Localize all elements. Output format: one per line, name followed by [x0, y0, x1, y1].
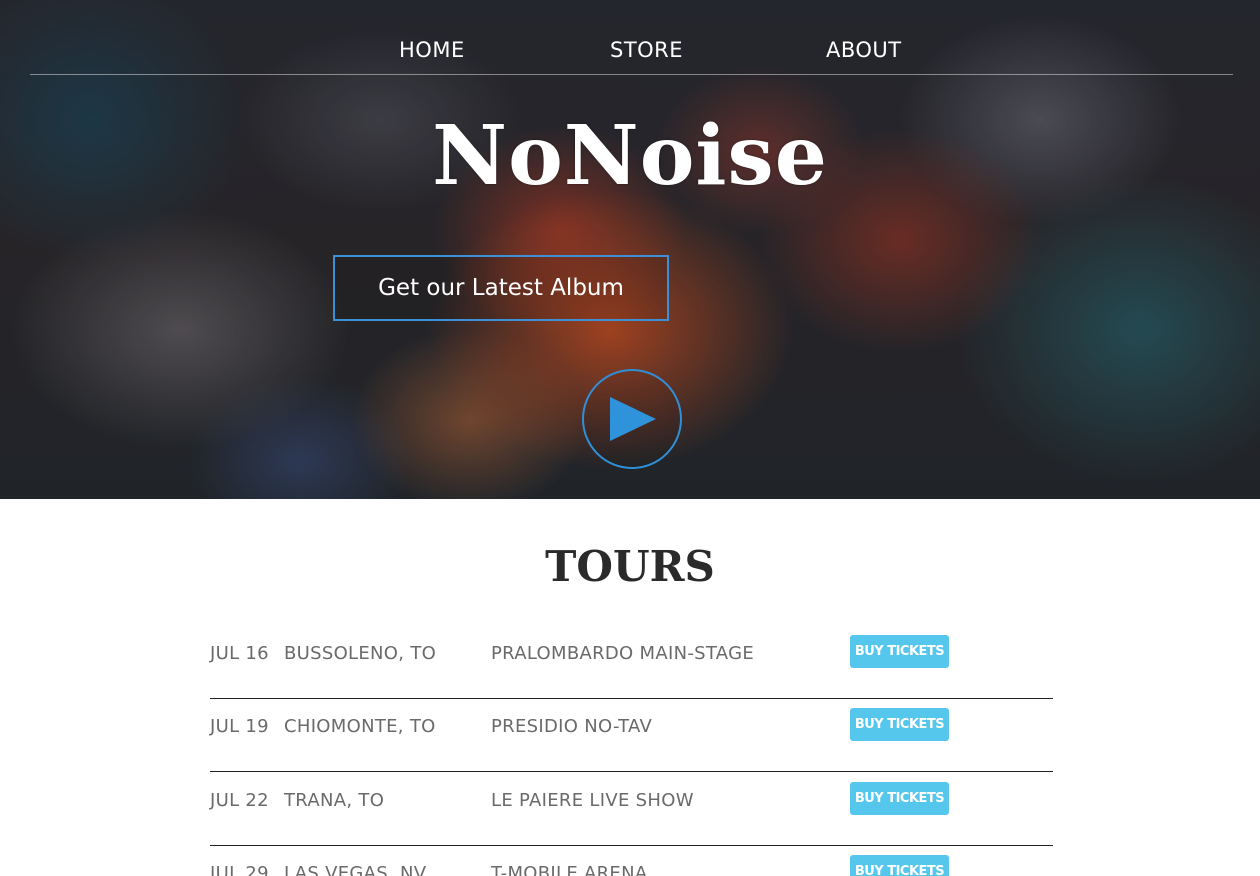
tour-venue: LE PAIERE LIVE SHOW — [491, 790, 694, 811]
nav-about-link[interactable]: ABOUT — [826, 36, 902, 64]
buy-tickets-button[interactable]: BUY TICKETS — [850, 782, 949, 815]
buy-tickets-button[interactable]: BUY TICKETS — [850, 635, 949, 668]
hero-section: HOME STORE ABOUT NoNoise Get our Latest … — [0, 0, 1260, 499]
tour-date: JUL 16 — [210, 643, 269, 664]
tours-section: TOURS JUL 16 BUSSOLENO, TO PRALOMBARDO M… — [0, 499, 1260, 876]
nav-home-link[interactable]: HOME — [399, 36, 465, 64]
play-button[interactable] — [582, 369, 682, 469]
tour-city: LAS VEGAS, NV — [284, 863, 427, 876]
tour-city: TRANA, TO — [284, 790, 385, 811]
band-logo: NoNoise — [432, 108, 828, 204]
tour-venue: PRESIDIO NO-TAV — [491, 716, 653, 737]
top-nav: HOME STORE ABOUT — [30, 0, 1233, 75]
tour-venue: T-MOBILE ARENA — [491, 863, 648, 876]
nav-store-link[interactable]: STORE — [610, 36, 683, 64]
tour-row: JUL 19 CHIOMONTE, TO PRESIDIO NO-TAV BUY… — [210, 698, 1053, 772]
play-icon — [610, 397, 656, 441]
buy-tickets-button[interactable]: BUY TICKETS — [850, 855, 949, 876]
tour-date: JUL 19 — [210, 716, 269, 737]
latest-album-button[interactable]: Get our Latest Album — [333, 255, 669, 321]
tour-date: JUL 22 — [210, 790, 269, 811]
tour-city: CHIOMONTE, TO — [284, 716, 436, 737]
tour-row: JUL 22 TRANA, TO LE PAIERE LIVE SHOW BUY… — [210, 772, 1053, 846]
buy-tickets-button[interactable]: BUY TICKETS — [850, 708, 949, 741]
tours-heading: TOURS — [545, 542, 715, 591]
tour-city: BUSSOLENO, TO — [284, 643, 437, 664]
tour-venue: PRALOMBARDO MAIN-STAGE — [491, 643, 755, 664]
tour-row: JUL 16 BUSSOLENO, TO PRALOMBARDO MAIN-ST… — [210, 625, 1053, 699]
tour-row: JUL 29 LAS VEGAS, NV T-MOBILE ARENA BUY … — [210, 845, 1053, 876]
tour-date: JUL 29 — [210, 863, 269, 876]
